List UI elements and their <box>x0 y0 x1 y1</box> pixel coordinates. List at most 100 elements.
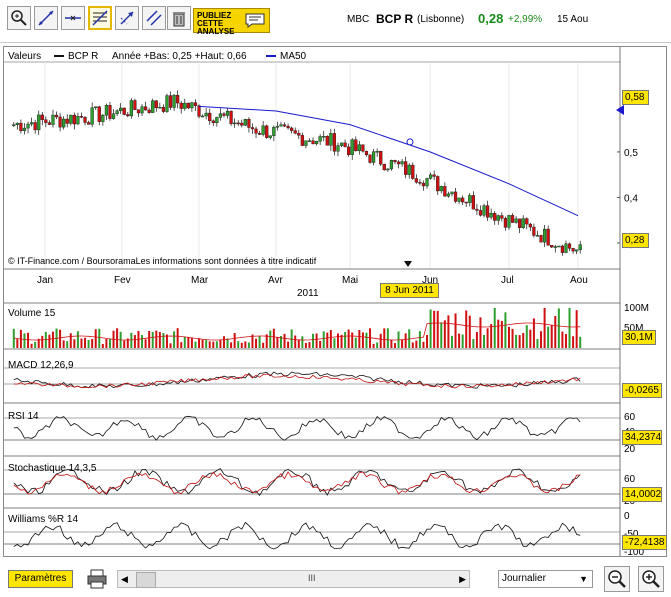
volume-bar <box>522 332 525 348</box>
volume-bar <box>76 331 79 348</box>
candle-body <box>225 110 230 116</box>
parameters-button[interactable]: Paramètres <box>8 570 73 588</box>
candle-body <box>76 116 80 125</box>
candle-body <box>104 105 109 116</box>
volume-bar <box>557 308 560 348</box>
x-tick-label-avr: Avr <box>268 275 283 286</box>
volume-bar <box>247 342 250 348</box>
volume-bar <box>176 328 179 348</box>
candle-body <box>400 161 404 165</box>
volume-bar <box>543 308 546 348</box>
candle-body <box>12 124 16 126</box>
volume-bar <box>272 328 275 348</box>
period-select[interactable]: Journalier ▼ <box>498 570 593 588</box>
candle-body <box>62 118 66 128</box>
candle-body <box>204 112 208 117</box>
candle-body <box>29 122 34 125</box>
candle-body <box>304 140 308 146</box>
volume-tick-100m: 100M <box>624 303 649 314</box>
volume-bar <box>497 319 500 348</box>
volume-bar <box>326 332 329 348</box>
candle-body <box>265 125 269 138</box>
candle-body <box>578 244 582 250</box>
candle-body <box>147 109 151 113</box>
scroll-left-arrow-icon[interactable]: ◀ <box>121 574 128 585</box>
volume-bar <box>144 339 147 348</box>
volume-bar <box>579 336 582 348</box>
candle-body <box>439 186 443 192</box>
volume-bar <box>51 331 54 348</box>
candle-body <box>47 122 52 125</box>
candle-body <box>347 146 351 155</box>
scroll-right-arrow-icon[interactable]: ▶ <box>459 574 466 585</box>
rsi-line <box>13 415 581 441</box>
volume-bar <box>208 341 211 348</box>
candle-body <box>314 141 319 145</box>
candle-body <box>318 136 322 142</box>
volume-bar <box>429 309 432 348</box>
candle-body <box>161 107 166 112</box>
candle-body <box>83 117 87 123</box>
volume-bar <box>511 328 514 348</box>
volume-bar <box>162 333 165 348</box>
volume-bar <box>73 339 76 348</box>
volume-bar <box>304 342 307 348</box>
volume-bar <box>547 326 550 348</box>
volume-bar <box>354 337 357 348</box>
volume-bar <box>294 335 297 348</box>
volume-bar <box>151 331 154 348</box>
candle-body <box>550 245 554 248</box>
candle-body <box>368 154 372 163</box>
candle-body <box>58 116 62 128</box>
candle-body <box>446 193 451 197</box>
volume-bar <box>233 333 236 348</box>
candle-body <box>183 102 187 109</box>
volume-bar <box>572 336 575 348</box>
zoom-out-icon <box>608 570 626 588</box>
candle-body <box>33 122 37 131</box>
williams-panel: 0 -50 -100 <box>4 511 644 558</box>
volume-bar <box>483 334 486 348</box>
candle-body <box>311 140 315 145</box>
candle-body <box>282 124 287 127</box>
volume-bar <box>468 315 471 348</box>
candle-body <box>350 139 354 155</box>
candle-body <box>475 208 479 211</box>
candle-body <box>268 135 272 138</box>
candle-body <box>521 218 525 228</box>
volume-bar <box>319 340 322 348</box>
candle-body <box>393 160 397 163</box>
volume-bar <box>169 343 172 348</box>
volume-bar <box>16 339 19 348</box>
candle-body <box>564 243 568 253</box>
volume-bar <box>34 341 37 348</box>
candle-body <box>461 197 465 203</box>
scroll-thumb[interactable] <box>136 572 156 588</box>
volume-bar <box>287 341 290 348</box>
volume-bar <box>372 343 375 348</box>
volume-bar <box>554 316 557 348</box>
x-tick-label-fev: Fev <box>114 275 131 286</box>
horizontal-scrollbar[interactable]: ◀ III ▶ <box>117 570 470 588</box>
candle-body <box>272 127 276 136</box>
year-label: 2011 <box>297 288 319 299</box>
volume-bar <box>180 342 183 348</box>
volume-bar <box>190 337 193 348</box>
legend-year-range: Année +Bas: 0,25 +Haut: 0,66 <box>112 51 247 62</box>
candle-body <box>54 114 59 118</box>
candle-body <box>22 127 27 132</box>
zoom-in-button[interactable] <box>638 566 664 592</box>
volume-bar <box>361 332 364 348</box>
volume-bar <box>69 333 72 348</box>
x-tick-label-mai: Mai <box>342 275 358 286</box>
chart-canvas[interactable]: 0,30,40,5 JanFevMarAvrMaiJunJulAou 100M … <box>0 0 671 562</box>
zoom-out-button[interactable] <box>604 566 630 592</box>
print-icon[interactable] <box>86 568 108 590</box>
attribution-text: © IT-Finance.com / BoursoramaLes informa… <box>8 256 317 266</box>
candle-body <box>300 135 304 146</box>
volume-bar <box>219 339 222 348</box>
candle-body <box>168 95 173 108</box>
candle-body <box>126 114 130 117</box>
candle-body <box>453 191 458 202</box>
candle-body <box>471 195 475 210</box>
